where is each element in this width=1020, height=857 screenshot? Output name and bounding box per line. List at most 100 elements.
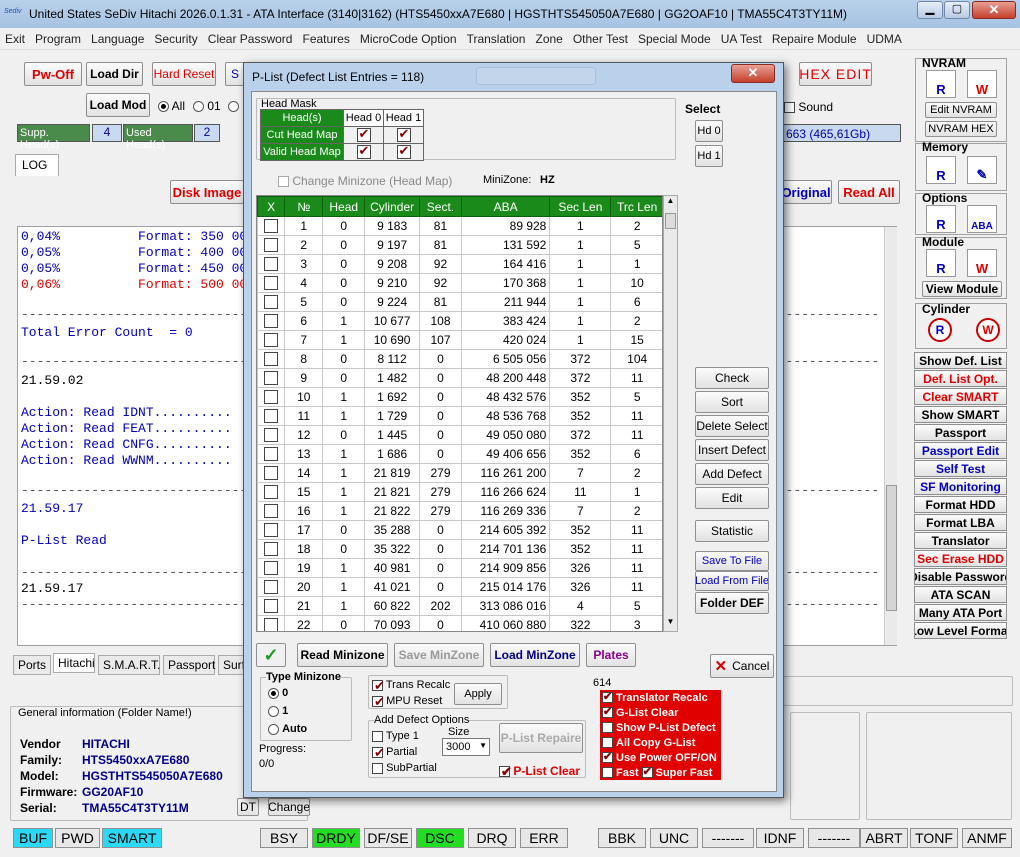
menu-translation[interactable]: Translation bbox=[462, 28, 531, 50]
table-row[interactable]: 17 0 35 288 0 214 605 392 352 11 bbox=[257, 520, 662, 540]
add-defect-button[interactable]: Add Defect bbox=[695, 463, 769, 485]
option-checkbox[interactable] bbox=[602, 690, 613, 703]
nvram-read-icon[interactable]: R bbox=[926, 70, 956, 98]
sidebar-button-sec-erase-hdd[interactable]: Sec Erase HDD bbox=[914, 550, 1007, 567]
hex-edit-button[interactable]: HEX EDIT bbox=[799, 62, 872, 86]
tab-passport[interactable]: Passport bbox=[163, 655, 215, 675]
memory-tool-icon[interactable]: ✎ bbox=[967, 156, 997, 184]
log-scroll-thumb[interactable] bbox=[886, 485, 897, 611]
sidebar-button-passport-edit[interactable]: Passport Edit bbox=[914, 442, 1007, 459]
row-checkbox[interactable] bbox=[264, 276, 279, 291]
table-scroll-thumb[interactable] bbox=[665, 213, 676, 229]
row-checkbox[interactable] bbox=[264, 466, 279, 481]
table-row[interactable]: 7 1 10 690 107 420 024 1 15 bbox=[257, 330, 662, 350]
column-header[interactable]: № bbox=[284, 196, 324, 217]
hard-reset-button[interactable]: Hard Reset bbox=[152, 62, 216, 86]
tab-s-m-a-r-t-[interactable]: S.M.A.R.T. bbox=[98, 655, 160, 675]
cylinder-read-icon[interactable]: R bbox=[928, 318, 952, 342]
log-tab[interactable]: LOG bbox=[15, 154, 59, 176]
table-row[interactable]: 509 224 81 211 944 1 6 bbox=[257, 292, 662, 312]
row-checkbox[interactable] bbox=[264, 618, 279, 631]
table-row[interactable]: 16 1 21 822 279 116 269 336 7 2 bbox=[257, 501, 662, 521]
edit-button[interactable]: Edit bbox=[695, 487, 769, 509]
column-header[interactable]: Head bbox=[322, 196, 366, 217]
sidebar-button-passport[interactable]: Passport bbox=[914, 424, 1007, 441]
sidebar-button-disable-password[interactable]: Disable Password bbox=[914, 568, 1007, 585]
module-id-read-icon[interactable]: R bbox=[926, 249, 956, 277]
sidebar-button-def-list-opt-[interactable]: Def. List Opt. bbox=[914, 370, 1007, 387]
maximize-button[interactable]: ▢ bbox=[944, 1, 970, 19]
row-checkbox[interactable] bbox=[264, 599, 279, 614]
cut-h0-checkbox[interactable] bbox=[356, 126, 371, 142]
menu-features[interactable]: Features bbox=[297, 28, 354, 50]
table-scrollbar[interactable]: ▲ ▼ bbox=[663, 195, 678, 632]
cylinder-write-icon[interactable]: W bbox=[976, 318, 1000, 342]
row-checkbox[interactable] bbox=[264, 219, 279, 234]
sidebar-button-show-smart[interactable]: Show SMART bbox=[914, 406, 1007, 423]
partial-checkbox[interactable]: Partial bbox=[372, 745, 417, 761]
sidebar-button-many-ata-port[interactable]: Many ATA Port bbox=[914, 604, 1007, 621]
nvram-write-icon[interactable]: W bbox=[967, 70, 997, 98]
ok-check-button[interactable]: ✓ bbox=[256, 643, 286, 667]
row-checkbox[interactable] bbox=[264, 257, 279, 272]
edit-nvram-button[interactable]: Edit NVRAM bbox=[925, 102, 997, 118]
size-select[interactable]: 3000 ▼ bbox=[442, 738, 490, 756]
view-module-button[interactable]: View Module bbox=[922, 281, 1002, 297]
column-header[interactable]: Sect. bbox=[418, 196, 463, 217]
hd1-button[interactable]: Hd 1 bbox=[695, 145, 723, 167]
apply-button[interactable]: Apply bbox=[454, 683, 502, 705]
sort-button[interactable]: Sort bbox=[695, 391, 769, 413]
radio-extra[interactable] bbox=[228, 99, 239, 113]
plates-button[interactable]: Plates bbox=[586, 643, 636, 667]
table-row[interactable]: 18 0 35 322 0 214 701 136 352 11 bbox=[257, 539, 662, 559]
table-row[interactable]: 808 112 0 6 505 056 372 104 bbox=[257, 349, 662, 369]
menu-program[interactable]: Program bbox=[30, 28, 86, 50]
original-button[interactable]: Original bbox=[780, 180, 832, 204]
valid-h0-checkbox[interactable] bbox=[356, 143, 371, 159]
tab-hitachi[interactable]: Hitachi bbox=[53, 653, 95, 673]
check-button[interactable]: Check bbox=[695, 367, 769, 389]
dt-button[interactable]: DT bbox=[237, 798, 259, 816]
sidebar-button-self-test[interactable]: Self Test bbox=[914, 460, 1007, 477]
table-row[interactable]: 901 482 0 48 200 448 372 11 bbox=[257, 368, 662, 388]
row-checkbox[interactable] bbox=[264, 447, 279, 462]
row-checkbox[interactable] bbox=[264, 542, 279, 557]
option-checkbox[interactable] bbox=[602, 750, 613, 763]
row-checkbox[interactable] bbox=[264, 428, 279, 443]
option-use-power-off-on[interactable]: Use Power OFF/ON bbox=[600, 750, 721, 765]
tab-surf[interactable]: Surf bbox=[218, 655, 245, 675]
menu-microcode-option[interactable]: MicroCode Option bbox=[355, 28, 462, 50]
radio-type-0[interactable]: 0 bbox=[268, 687, 288, 699]
table-row[interactable]: 22 0 70 093 0 410 060 880 322 3 bbox=[257, 615, 662, 631]
pw-off-button[interactable]: Pw-Off bbox=[24, 62, 82, 86]
row-checkbox[interactable] bbox=[264, 295, 279, 310]
sidebar-button-show-def-list[interactable]: Show Def. List bbox=[914, 352, 1007, 369]
row-checkbox[interactable] bbox=[264, 504, 279, 519]
column-header[interactable]: Trc Len bbox=[610, 196, 662, 217]
sidebar-button-format-hdd[interactable]: Format HDD bbox=[914, 496, 1007, 513]
cancel-button[interactable]: ✕ Cancel bbox=[710, 654, 774, 678]
menu-clear-password[interactable]: Clear Password bbox=[203, 28, 298, 50]
menu-language[interactable]: Language bbox=[86, 28, 149, 50]
row-checkbox[interactable] bbox=[264, 390, 279, 405]
table-row[interactable]: 309 208 92 164 416 1 1 bbox=[257, 254, 662, 274]
cut-h1-checkbox[interactable] bbox=[396, 126, 411, 142]
memory-read-icon[interactable]: R bbox=[926, 156, 956, 184]
load-dir-button[interactable]: Load Dir bbox=[86, 62, 143, 86]
minimize-button[interactable]: ▁ bbox=[917, 1, 943, 19]
menu-other-test[interactable]: Other Test bbox=[568, 28, 633, 50]
table-scroll-down[interactable]: ▼ bbox=[664, 617, 677, 631]
option-translator-recalc[interactable]: Translator Recalc bbox=[600, 690, 721, 705]
load-mod-button[interactable]: Load Mod bbox=[86, 93, 150, 117]
option-checkbox[interactable] bbox=[602, 705, 613, 718]
aba-read-icon[interactable]: ABA bbox=[967, 205, 997, 233]
option-checkbox[interactable] bbox=[602, 722, 613, 733]
type1-checkbox[interactable]: Type 1 bbox=[372, 730, 419, 742]
table-row[interactable]: 13 1 1 686 0 49 406 656 352 6 bbox=[257, 444, 662, 464]
row-checkbox[interactable] bbox=[264, 561, 279, 576]
column-header[interactable]: Cylinder bbox=[364, 196, 420, 217]
menu-ua-test[interactable]: UA Test bbox=[716, 28, 767, 50]
menu-repaire-module[interactable]: Repaire Module bbox=[767, 28, 862, 50]
disk-image-button[interactable]: Disk Image bbox=[170, 180, 244, 204]
row-checkbox[interactable] bbox=[264, 333, 279, 348]
